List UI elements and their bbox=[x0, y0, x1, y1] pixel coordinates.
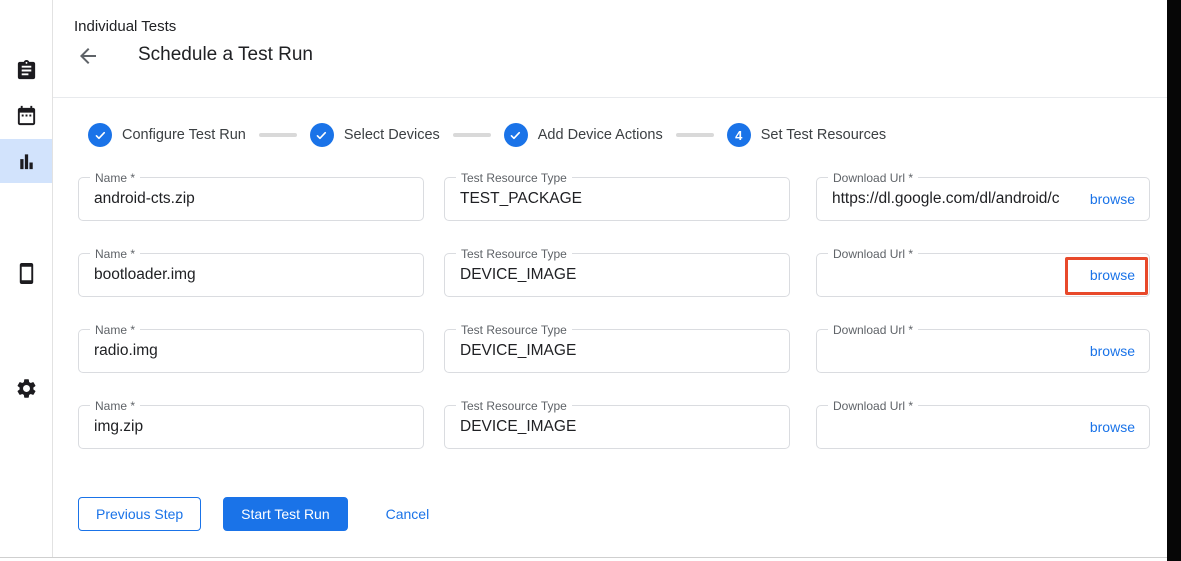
step-complete-badge bbox=[310, 123, 334, 147]
back-arrow-icon bbox=[76, 44, 100, 68]
screen-right-edge bbox=[1167, 0, 1181, 561]
name-field-label: Name * bbox=[90, 323, 140, 337]
start-test-run-button[interactable]: Start Test Run bbox=[223, 497, 347, 531]
download-url-field-label: Download Url * bbox=[828, 247, 918, 261]
step-set-test-resources[interactable]: 4 Set Test Resources bbox=[727, 123, 886, 147]
header-divider bbox=[53, 97, 1167, 98]
browse-link[interactable]: browse bbox=[1084, 330, 1149, 372]
download-url-field[interactable]: Download Url * browse bbox=[816, 405, 1150, 449]
step-select-devices[interactable]: Select Devices bbox=[310, 123, 440, 147]
breadcrumb: Individual Tests bbox=[74, 18, 176, 35]
name-field[interactable]: Name * img.zip bbox=[78, 405, 424, 449]
previous-step-button[interactable]: Previous Step bbox=[78, 497, 201, 531]
name-field-label: Name * bbox=[90, 171, 140, 185]
download-url-field-label: Download Url * bbox=[828, 323, 918, 337]
download-url-field-label: Download Url * bbox=[828, 399, 918, 413]
bar-chart-icon bbox=[15, 150, 38, 173]
name-field[interactable]: Name * bootloader.img bbox=[78, 253, 424, 297]
browse-link[interactable]: browse bbox=[1084, 406, 1149, 448]
back-button[interactable] bbox=[76, 44, 102, 70]
step-complete-badge bbox=[88, 123, 112, 147]
name-field-label: Name * bbox=[90, 247, 140, 261]
sidebar-item-test-runs[interactable] bbox=[0, 139, 52, 183]
resource-row-bootloader: Name * bootloader.img Test Resource Type… bbox=[78, 253, 1176, 297]
resource-type-field-label: Test Resource Type bbox=[456, 247, 572, 261]
resource-type-field-label: Test Resource Type bbox=[456, 323, 572, 337]
step-label: Add Device Actions bbox=[538, 127, 663, 143]
name-field-label: Name * bbox=[90, 399, 140, 413]
resource-type-field[interactable]: Test Resource Type DEVICE_IMAGE bbox=[444, 253, 790, 297]
name-field[interactable]: Name * android-cts.zip bbox=[78, 177, 424, 221]
resource-row-img-zip: Name * img.zip Test Resource Type DEVICE… bbox=[78, 405, 1176, 449]
clipboard-icon bbox=[15, 59, 38, 82]
page-title: Schedule a Test Run bbox=[138, 44, 313, 66]
bottom-border bbox=[0, 557, 1167, 558]
resource-type-field[interactable]: Test Resource Type DEVICE_IMAGE bbox=[444, 405, 790, 449]
check-icon bbox=[314, 128, 329, 143]
resource-row-radio: Name * radio.img Test Resource Type DEVI… bbox=[78, 329, 1176, 373]
step-label: Configure Test Run bbox=[122, 127, 246, 143]
resource-type-field-label: Test Resource Type bbox=[456, 399, 572, 413]
name-field[interactable]: Name * radio.img bbox=[78, 329, 424, 373]
step-add-device-actions[interactable]: Add Device Actions bbox=[504, 123, 663, 147]
check-icon bbox=[93, 128, 108, 143]
sidebar-item-tests[interactable] bbox=[0, 48, 52, 92]
step-number-badge: 4 bbox=[727, 123, 751, 147]
download-url-field-label: Download Url * bbox=[828, 171, 918, 185]
action-bar: Previous Step Start Test Run Cancel bbox=[78, 497, 429, 531]
calendar-icon bbox=[15, 104, 38, 127]
download-url-field[interactable]: Download Url * browse bbox=[816, 329, 1150, 373]
step-connector bbox=[453, 133, 491, 137]
step-configure-test-run[interactable]: Configure Test Run bbox=[88, 123, 246, 147]
resource-type-field[interactable]: Test Resource Type TEST_PACKAGE bbox=[444, 177, 790, 221]
main-content: Individual Tests Schedule a Test Run Con… bbox=[53, 0, 1167, 557]
resource-type-field-label: Test Resource Type bbox=[456, 171, 572, 185]
sidebar bbox=[0, 0, 53, 557]
sidebar-item-test-plans[interactable] bbox=[0, 93, 52, 137]
browse-link[interactable]: browse bbox=[1084, 254, 1149, 296]
step-connector bbox=[676, 133, 714, 137]
step-label: Select Devices bbox=[344, 127, 440, 143]
resource-row-android-cts: Name * android-cts.zip Test Resource Typ… bbox=[78, 177, 1176, 221]
download-url-field[interactable]: Download Url * https://dl.google.com/dl/… bbox=[816, 177, 1150, 221]
step-connector bbox=[259, 133, 297, 137]
step-label: Set Test Resources bbox=[761, 127, 886, 143]
download-url-field[interactable]: Download Url * browse bbox=[816, 253, 1150, 297]
sidebar-item-devices[interactable] bbox=[0, 251, 52, 295]
stepper: Configure Test Run Select Devices Add De… bbox=[88, 123, 886, 147]
cancel-button[interactable]: Cancel bbox=[386, 497, 430, 531]
check-icon bbox=[508, 128, 523, 143]
step-complete-badge bbox=[504, 123, 528, 147]
smartphone-icon bbox=[15, 262, 38, 285]
browse-link[interactable]: browse bbox=[1084, 178, 1149, 220]
resource-type-field[interactable]: Test Resource Type DEVICE_IMAGE bbox=[444, 329, 790, 373]
sidebar-item-settings[interactable] bbox=[0, 366, 52, 410]
gear-icon bbox=[15, 377, 38, 400]
